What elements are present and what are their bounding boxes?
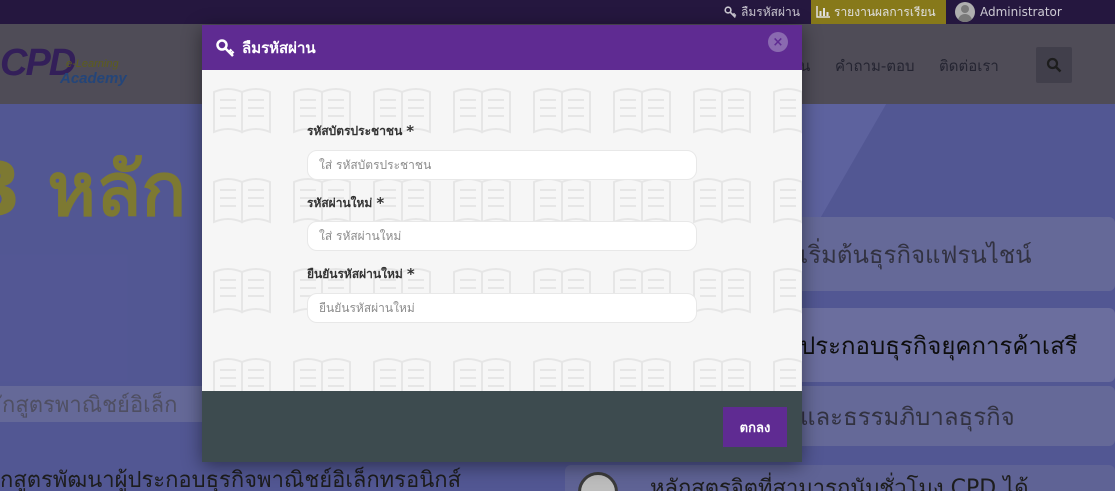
- id-card-label-text: รหัสบัตรประชาชน: [307, 124, 403, 138]
- id-card-input[interactable]: [307, 150, 697, 180]
- id-card-label: รหัสบัตรประชาชน *: [307, 122, 414, 141]
- required-mark: *: [376, 194, 385, 212]
- new-password-label-text: รหัสผ่านใหม่: [307, 196, 373, 210]
- confirm-password-label: ยืนยันรหัสผ่านใหม่ *: [307, 265, 415, 284]
- confirm-password-input[interactable]: [307, 293, 697, 323]
- ok-button[interactable]: ตกลง: [723, 407, 787, 447]
- close-icon: ×: [772, 34, 784, 50]
- new-password-input[interactable]: [307, 221, 697, 251]
- dialog-footer: ตกลง: [202, 391, 802, 462]
- required-mark: *: [406, 122, 415, 140]
- new-password-label: รหัสผ่านใหม่ *: [307, 194, 384, 213]
- confirm-password-label-text: ยืนยันรหัสผ่านใหม่: [307, 267, 403, 281]
- dialog-body: รหัสบัตรประชาชน* รหัสผ่านใหม่* ยืนยันรหั…: [202, 70, 802, 391]
- dialog-title: ลืมรหัสผ่าน: [242, 38, 316, 57]
- required-mark: *: [406, 265, 415, 283]
- forgot-password-dialog: ลืมรหัสผ่าน × รหัสบัตรประชาชน* รห: [202, 25, 802, 462]
- close-button[interactable]: ×: [768, 32, 788, 52]
- dialog-header: ลืมรหัสผ่าน ×: [202, 25, 802, 70]
- key-icon: [216, 38, 235, 57]
